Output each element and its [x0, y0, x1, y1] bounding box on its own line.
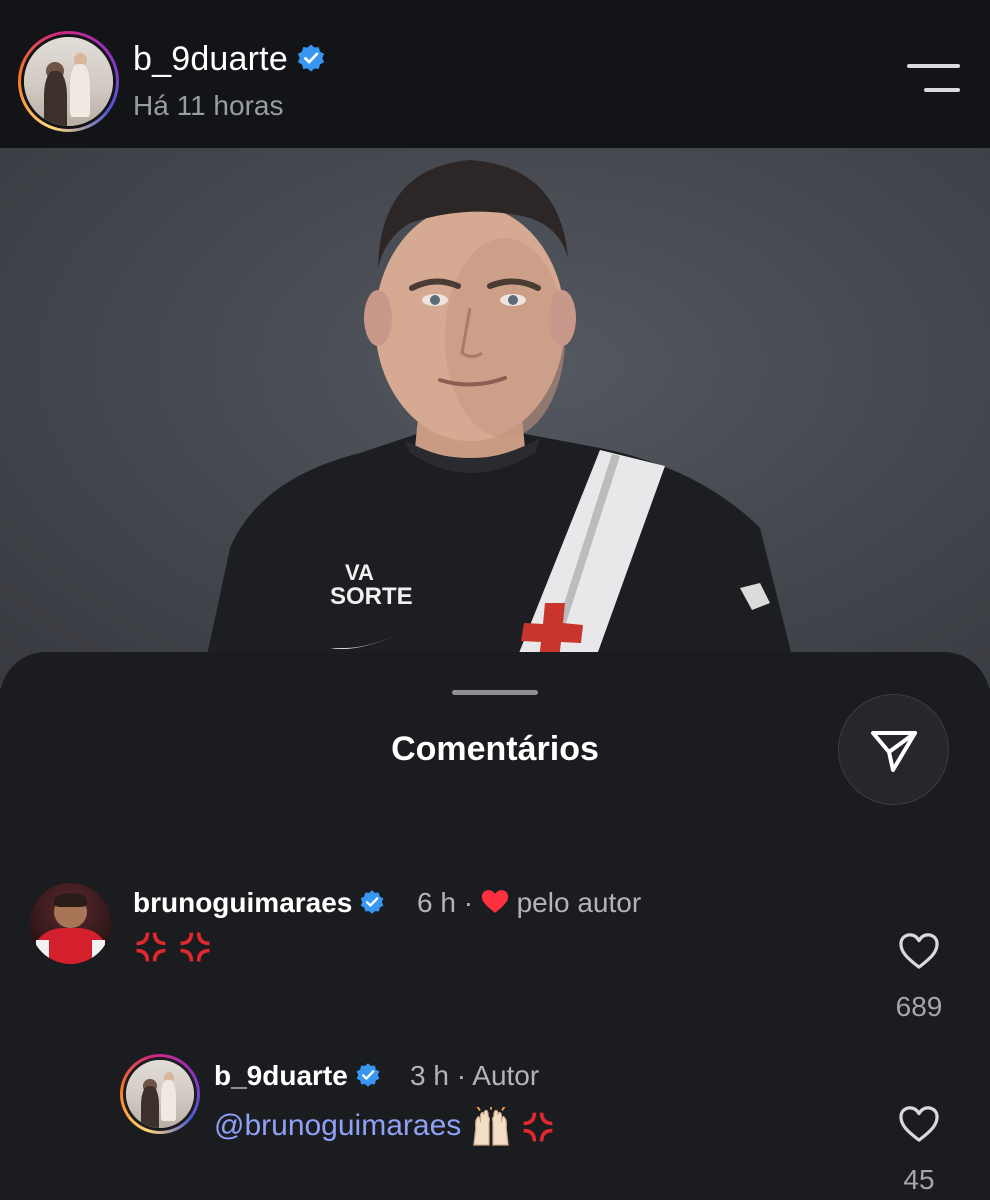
profile-avatar[interactable] [24, 37, 113, 126]
comment-time: 6 h [417, 887, 456, 918]
shirt-sponsor-line2: SORTE [330, 583, 413, 610]
sheet-drag-handle[interactable] [452, 690, 538, 695]
comment-username-text[interactable]: brunoguimaraes [133, 887, 352, 918]
comment-username[interactable]: brunoguimaraes [133, 887, 385, 919]
reply-username-text[interactable]: b_9duarte [214, 1060, 348, 1091]
verified-badge-icon [361, 889, 384, 914]
comment-body [133, 929, 213, 965]
reply-avatar-story-ring[interactable] [120, 1054, 200, 1134]
profile-avatar-story-ring[interactable] [18, 31, 119, 132]
shirt-sponsor-line1: VA [345, 560, 374, 585]
like-heart-icon[interactable] [898, 1105, 940, 1143]
reply-meta: 3 h · Autor [410, 1060, 539, 1092]
anger-symbol-emoji-icon [136, 932, 166, 962]
anger-symbol-emoji-icon [180, 932, 210, 962]
meta-separator: · [463, 887, 474, 918]
raising-hands-emoji-icon [472, 1107, 509, 1146]
verified-badge-icon [356, 1062, 380, 1087]
post-timestamp: Há 11 horas [133, 90, 284, 121]
comments-sheet: Comentários brunoguimaraes 6 h · pelo au… [0, 652, 990, 1200]
post-username-text[interactable]: b_9duarte [133, 40, 288, 78]
like-count: 689 [895, 991, 943, 1022]
meta-separator: · [456, 1060, 467, 1091]
like-heart-icon[interactable] [898, 932, 940, 970]
anger-symbol-emoji-icon [523, 1112, 553, 1142]
send-paper-plane-icon [871, 731, 917, 772]
share-button[interactable] [838, 694, 949, 805]
reply-avatar[interactable] [126, 1060, 194, 1128]
comment-meta: 6 h · pelo autor [417, 887, 641, 919]
reply-body: @brunoguimaraes [214, 1107, 556, 1147]
author-label: Autor [472, 1060, 540, 1091]
mention-link[interactable]: @brunoguimaraes [214, 1109, 461, 1142]
heart-filled-icon [481, 890, 508, 913]
like-count: 45 [903, 1164, 935, 1195]
comment-avatar-brunoguimaraes[interactable] [30, 883, 111, 964]
reply-time: 3 h [410, 1060, 449, 1091]
liked-by-author-label: pelo autor [516, 887, 642, 918]
reply-username[interactable]: b_9duarte [214, 1060, 381, 1092]
post-username[interactable]: b_9duarte [133, 40, 326, 79]
post-header: b_9duarte Há 11 horas [0, 0, 990, 148]
verified-badge-icon [297, 44, 325, 72]
post-photo[interactable]: VA SORTE [0, 148, 990, 688]
player-photo-illustration: VA SORTE [200, 160, 800, 688]
menu-icon[interactable] [907, 64, 960, 94]
